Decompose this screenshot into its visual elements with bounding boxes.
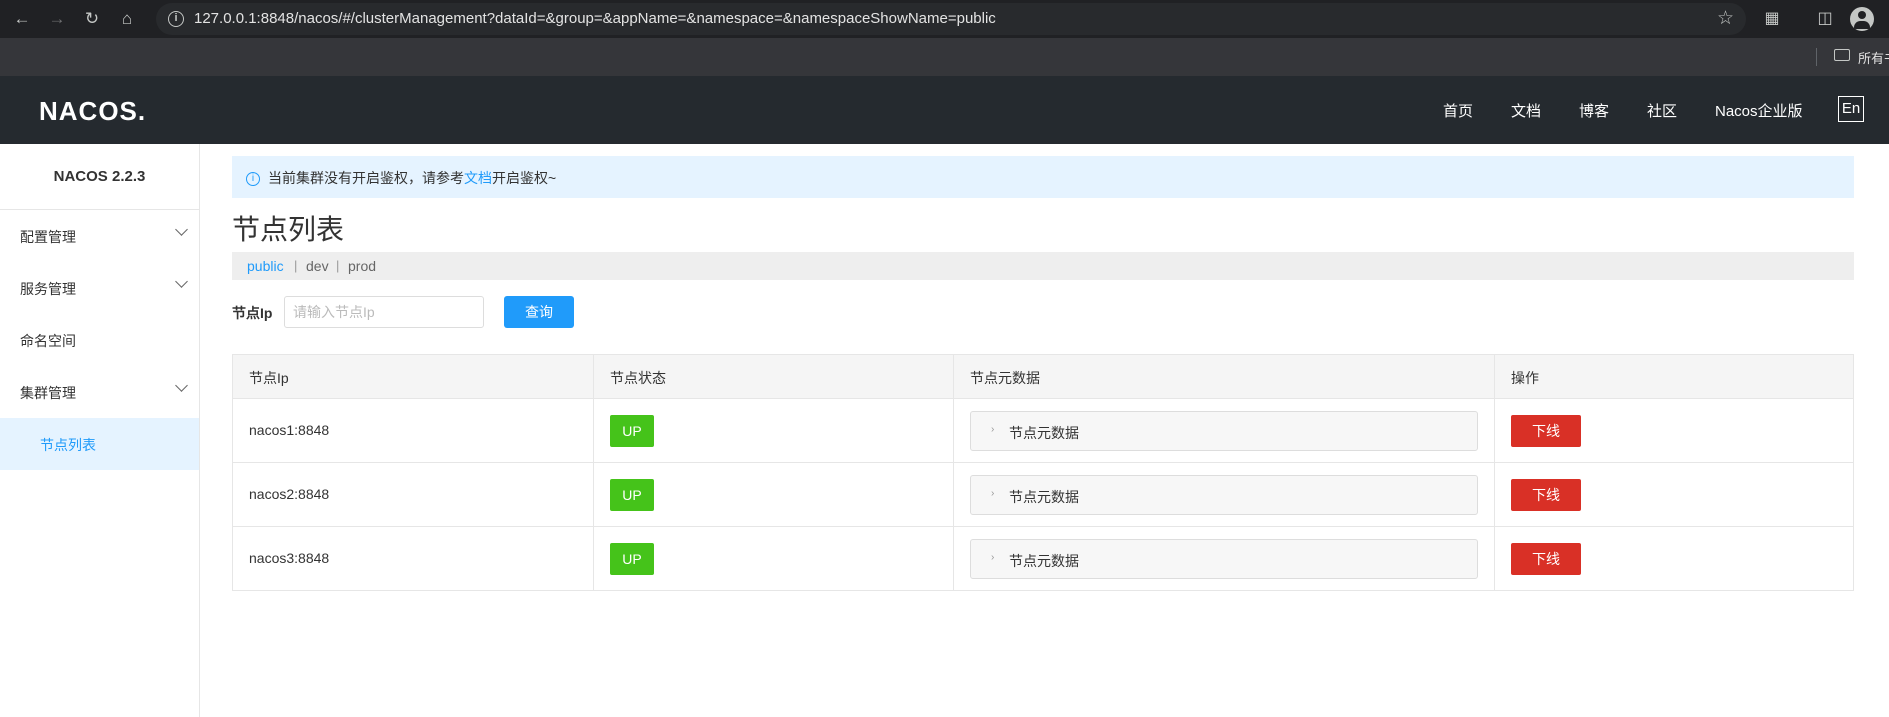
header-actions: 操作 xyxy=(1511,370,1539,386)
nav-enterprise[interactable]: Nacos企业版 xyxy=(1715,100,1803,121)
namespace-dev[interactable]: dev xyxy=(306,258,329,274)
node-ip: nacos2:8848 xyxy=(249,486,330,502)
folder-icon[interactable] xyxy=(1834,49,1850,61)
table-row: nacos2:8848 UP › 节点元数据 下线 xyxy=(233,462,1853,526)
sidebar-item-label: 配置管理 xyxy=(20,229,76,245)
sidebar-item-label: 服务管理 xyxy=(20,281,76,297)
cell-actions: 下线 xyxy=(1494,527,1853,590)
nav-docs[interactable]: 文档 xyxy=(1511,100,1541,121)
nav-home[interactable]: 首页 xyxy=(1443,100,1473,121)
notice-prefix: 当前集群没有开启鉴权，请参考 xyxy=(268,170,464,186)
sidebar-item-service[interactable]: 服务管理 xyxy=(0,262,199,314)
query-button[interactable]: 查询 xyxy=(504,296,574,328)
sidebar-item-config[interactable]: 配置管理 xyxy=(0,210,199,262)
metadata-collapse[interactable]: › 节点元数据 xyxy=(970,475,1478,515)
nav-blog[interactable]: 博客 xyxy=(1579,100,1609,121)
namespace-bar: public | dev | prod xyxy=(232,252,1854,280)
chevron-right-icon: › xyxy=(991,488,995,499)
cell-ip: nacos2:8848 xyxy=(233,463,593,526)
offline-button[interactable]: 下线 xyxy=(1511,415,1581,447)
cell-metadata: › 节点元数据 xyxy=(953,399,1494,462)
sidebar-item-label: 命名空间 xyxy=(20,333,76,349)
sidebar-item-node-list[interactable]: 节点列表 xyxy=(0,418,199,470)
metadata-label: 节点元数据 xyxy=(1009,489,1079,505)
notice-docs-link[interactable]: 文档 xyxy=(464,170,492,186)
chevron-down-icon xyxy=(175,223,188,236)
bookmark-star-icon[interactable]: ☆ xyxy=(1717,7,1734,30)
chevron-down-icon xyxy=(175,275,188,288)
language-switch-button[interactable]: En xyxy=(1838,96,1864,122)
metadata-collapse[interactable]: › 节点元数据 xyxy=(970,411,1478,451)
namespace-separator: | xyxy=(336,258,340,273)
cell-ip: nacos3:8848 xyxy=(233,527,593,590)
site-info-icon[interactable]: i xyxy=(168,11,184,27)
bookmark-folder-label[interactable]: 所有书 xyxy=(1858,48,1889,67)
table-header: 节点Ip 节点状态 节点元数据 操作 xyxy=(233,355,1853,398)
node-ip: nacos3:8848 xyxy=(249,550,330,566)
nacos-logo[interactable]: NACOS. xyxy=(39,96,146,127)
sidebar: NACOS 2.2.3 配置管理 服务管理 命名空间 集群管理 节点列表 xyxy=(0,144,200,717)
cell-status: UP xyxy=(593,463,953,526)
namespace-public[interactable]: public xyxy=(247,258,284,274)
back-arrow-icon[interactable]: ← xyxy=(10,7,34,31)
cell-actions: 下线 xyxy=(1494,399,1853,462)
sidebar-item-label: 节点列表 xyxy=(40,437,96,453)
header-ip: 节点Ip xyxy=(249,370,289,386)
status-badge: UP xyxy=(610,415,654,447)
app-header: NACOS. 首页 文档 博客 社区 Nacos企业版 En xyxy=(0,76,1889,144)
sidebar-item-label: 集群管理 xyxy=(20,385,76,401)
home-icon[interactable]: ⌂ xyxy=(115,7,139,31)
status-badge: UP xyxy=(610,479,654,511)
header-cell: 节点元数据 xyxy=(953,355,1494,398)
chevron-right-icon: › xyxy=(991,552,995,563)
auth-notice: i 当前集群没有开启鉴权，请参考文档开启鉴权~ xyxy=(232,156,1854,198)
cell-metadata: › 节点元数据 xyxy=(953,463,1494,526)
table-row: nacos3:8848 UP › 节点元数据 下线 xyxy=(233,526,1853,590)
header-cell: 操作 xyxy=(1494,355,1853,398)
status-badge: UP xyxy=(610,543,654,575)
forward-arrow-icon[interactable]: → xyxy=(45,7,69,31)
header-cell: 节点状态 xyxy=(593,355,953,398)
offline-button[interactable]: 下线 xyxy=(1511,543,1581,575)
browser-toolbar: ← → ↻ ⌂ i 127.0.0.1:8848/nacos/#/cluster… xyxy=(0,0,1889,38)
cell-status: UP xyxy=(593,527,953,590)
table-row: nacos1:8848 UP › 节点元数据 下线 xyxy=(233,398,1853,462)
address-bar[interactable]: i 127.0.0.1:8848/nacos/#/clusterManageme… xyxy=(156,3,1746,35)
offline-button[interactable]: 下线 xyxy=(1511,479,1581,511)
profile-avatar-icon[interactable] xyxy=(1850,7,1874,31)
header-metadata: 节点元数据 xyxy=(970,370,1040,386)
reload-icon[interactable]: ↻ xyxy=(80,7,104,31)
node-ip: nacos1:8848 xyxy=(249,422,330,438)
namespace-prod[interactable]: prod xyxy=(348,258,376,274)
cell-status: UP xyxy=(593,399,953,462)
bookmarks-divider xyxy=(1816,48,1817,66)
page-title: 节点列表 xyxy=(232,214,345,245)
metadata-label: 节点元数据 xyxy=(1009,553,1079,569)
header-status: 节点状态 xyxy=(610,370,666,386)
cell-actions: 下线 xyxy=(1494,463,1853,526)
sidebar-version: NACOS 2.2.3 xyxy=(0,144,199,210)
extensions-icon[interactable]: ▦ xyxy=(1760,7,1784,31)
info-icon: i xyxy=(246,172,260,186)
sidebar-item-namespace[interactable]: 命名空间 xyxy=(0,314,199,366)
metadata-label: 节点元数据 xyxy=(1009,425,1079,441)
bookmarks-bar: 所有书 xyxy=(0,38,1889,76)
search-label: 节点Ip xyxy=(232,305,273,321)
node-table: 节点Ip 节点状态 节点元数据 操作 nacos1:8848 UP › 节点元数… xyxy=(232,354,1854,591)
chevron-right-icon: › xyxy=(991,424,995,435)
header-cell: 节点Ip xyxy=(233,355,593,398)
cell-ip: nacos1:8848 xyxy=(233,399,593,462)
cell-metadata: › 节点元数据 xyxy=(953,527,1494,590)
notice-text: 当前集群没有开启鉴权，请参考文档开启鉴权~ xyxy=(268,168,556,188)
side-panel-icon[interactable]: ◫ xyxy=(1813,7,1837,31)
chevron-down-icon xyxy=(175,379,188,392)
node-ip-search-input[interactable] xyxy=(284,296,484,328)
address-url[interactable]: 127.0.0.1:8848/nacos/#/clusterManagement… xyxy=(194,10,996,27)
namespace-separator: | xyxy=(294,258,298,273)
sidebar-item-cluster[interactable]: 集群管理 xyxy=(0,366,199,418)
nav-community[interactable]: 社区 xyxy=(1647,100,1677,121)
notice-suffix: 开启鉴权~ xyxy=(492,170,557,186)
metadata-collapse[interactable]: › 节点元数据 xyxy=(970,539,1478,579)
